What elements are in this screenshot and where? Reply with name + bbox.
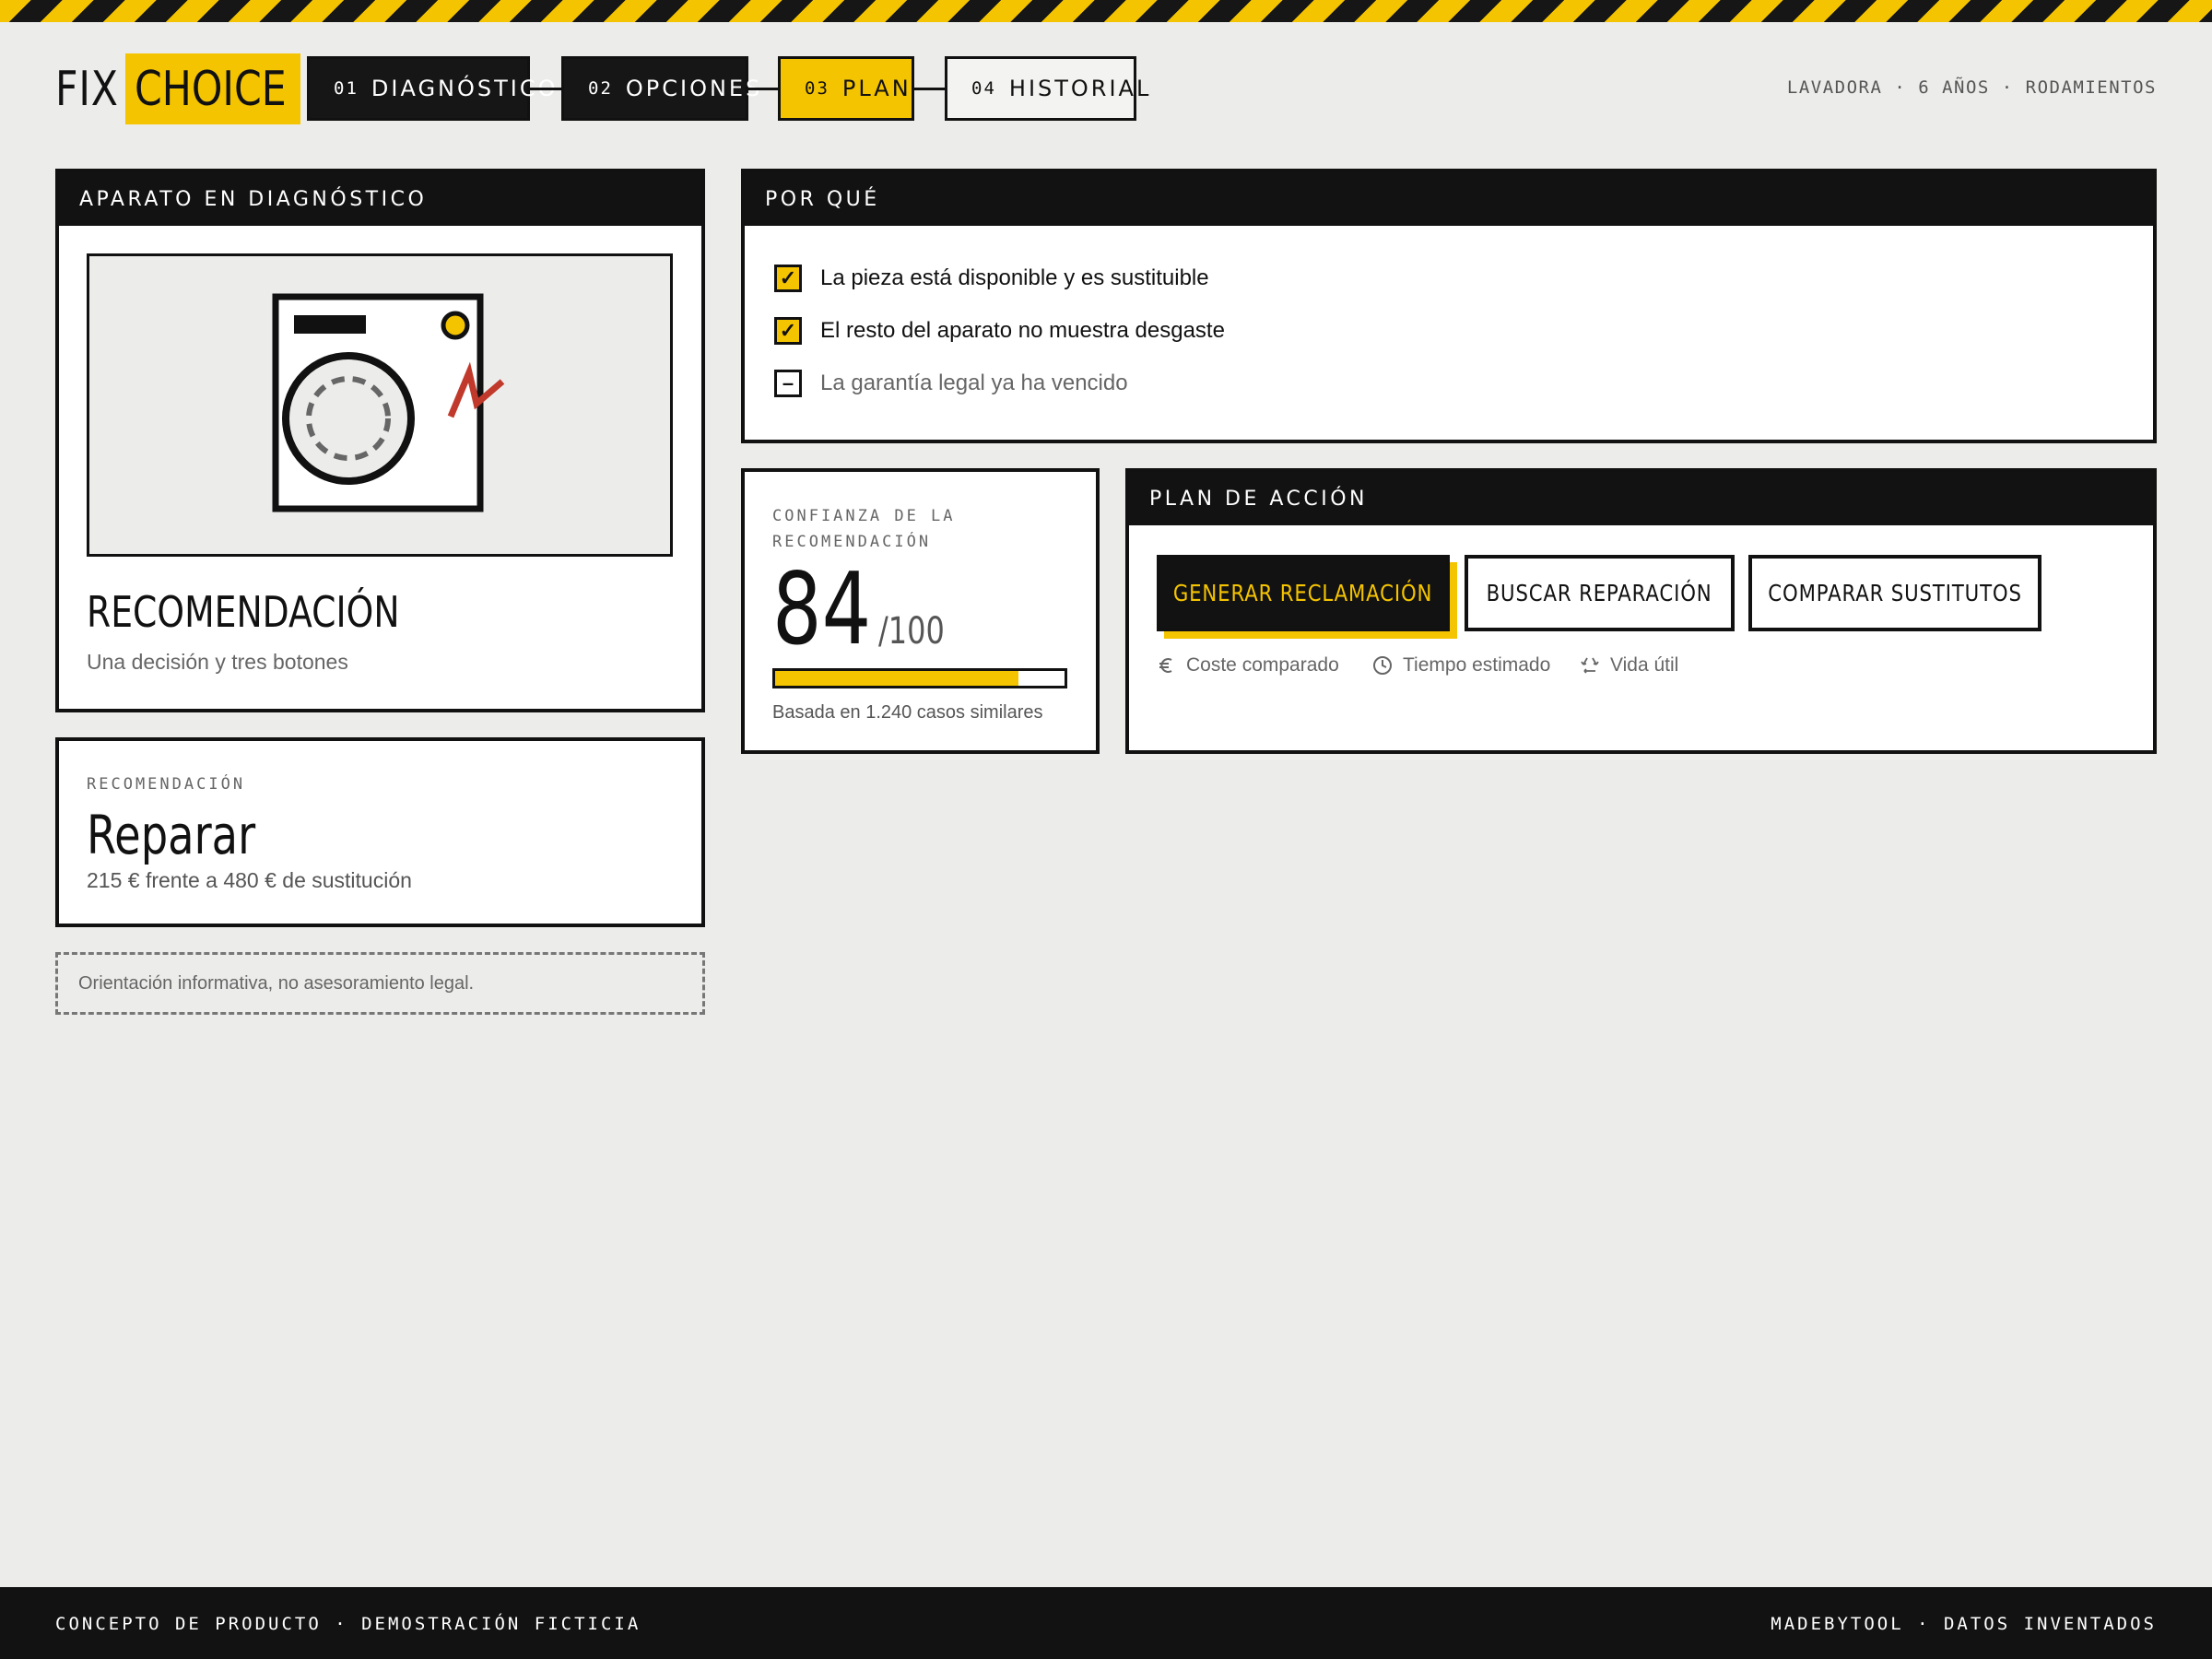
generate-claim-button[interactable]: GENERAR RECLAMACIÓN <box>1157 555 1450 631</box>
confidence-score-wrap: 84/100 <box>772 560 1077 660</box>
confidence-basis: Basada en 1.240 casos similares <box>772 702 1043 723</box>
confidence-score: 84 <box>772 552 872 667</box>
appliance-context: LAVADORA · 6 AÑOS · RODAMIENTOS <box>1786 77 2157 98</box>
meta-time: Tiempo estimado <box>1371 654 1550 677</box>
appliance-subtitle: Una decisión y tres botones <box>87 650 348 674</box>
logo-choice-block: CHOICE <box>124 53 300 124</box>
logo-choice: CHOICE <box>134 61 287 117</box>
confidence-max: /100 <box>878 610 946 653</box>
button-label: COMPARAR SUSTITUTOS <box>1768 580 2022 606</box>
step-connector <box>914 88 945 90</box>
meta-cost: Coste comparado <box>1157 654 1339 677</box>
step-opciones[interactable]: 02 OPCIONES <box>561 56 759 121</box>
step-historial[interactable]: 04 HISTORIAL <box>945 56 1148 121</box>
step-label: OPCIONES <box>625 76 763 101</box>
clock-icon <box>1373 656 1392 675</box>
logo[interactable]: FIX CHOICE <box>55 53 300 124</box>
button-label: BUSCAR REPARACIÓN <box>1487 580 1712 606</box>
reason-item: ✓ El resto del aparato no muestra desgas… <box>774 317 1225 345</box>
confidence-label-line: CONFIANZA DE LA <box>772 507 956 525</box>
step-connector <box>748 88 778 90</box>
euro-icon <box>1159 658 1172 673</box>
step-label: HISTORIAL <box>1008 76 1152 101</box>
appliance-illustration <box>87 253 673 557</box>
find-repair-button[interactable]: BUSCAR REPARACIÓN <box>1465 555 1735 631</box>
step-diagnostico[interactable]: 01 DIAGNÓSTICO <box>307 56 556 121</box>
confidence-label-line: RECOMENDACIÓN <box>772 533 932 551</box>
footer-right: MADEBYTOOL · DATOS INVENTADOS <box>1771 1614 2157 1634</box>
step-number: 03 <box>805 78 830 99</box>
verdict-card: RECOMENDACIÓN Reparar 215 € frente a 480… <box>55 737 705 927</box>
step-number: 01 <box>334 78 359 99</box>
step-number: 02 <box>588 78 613 99</box>
button-label: GENERAR RECLAMACIÓN <box>1173 580 1433 606</box>
meta-label: Coste comparado <box>1186 654 1339 676</box>
reason-item: ✓ La pieza está disponible y es sustitui… <box>774 265 1209 292</box>
step-number: 04 <box>971 78 996 99</box>
verdict-value-wrap: Reparar <box>87 804 298 866</box>
appliance-panel: APARATO EN DIAGNÓSTICO RECOMENDACIÓN Una… <box>55 169 705 712</box>
meta-lifespan: Vida útil <box>1579 654 1678 677</box>
confidence-bar-fill <box>775 671 1018 686</box>
logo-fix: FIX <box>55 61 119 117</box>
step-plan[interactable]: 03 PLAN <box>778 56 914 121</box>
appliance-panel-header: APARATO EN DIAGNÓSTICO <box>59 172 701 226</box>
confidence-label: CONFIANZA DE LA RECOMENDACIÓN <box>772 503 956 555</box>
verdict-value: Reparar <box>87 804 256 866</box>
step-label: PLAN <box>841 76 912 101</box>
reason-text: El resto del aparato no muestra desgaste <box>820 318 1225 343</box>
checkbox-checked-icon: ✓ <box>774 265 802 292</box>
action-plan-panel: PLAN DE ACCIÓN GENERAR RECLAMACIÓN BUSCA… <box>1125 468 2157 754</box>
legal-disclaimer: Orientación informativa, no asesoramient… <box>55 952 705 1015</box>
reason-text: La pieza está disponible y es sustituibl… <box>820 265 1209 290</box>
washing-machine-fault-icon <box>272 293 505 512</box>
verdict-detail: 215 € frente a 480 € de sustitución <box>87 868 412 892</box>
meta-label: Vida útil <box>1610 654 1679 676</box>
checkbox-checked-icon: ✓ <box>774 317 802 345</box>
reason-item: – La garantía legal ya ha vencido <box>774 370 1128 397</box>
meta-label: Tiempo estimado <box>1403 654 1551 676</box>
reasons-panel-header: POR QUÉ <box>745 172 2153 226</box>
confidence-bar <box>772 668 1067 688</box>
footer: CONCEPTO DE PRODUCTO · DEMOSTRACIÓN FICT… <box>0 1587 2212 1659</box>
recycle-icon <box>1581 657 1599 674</box>
step-connector <box>530 88 561 90</box>
confidence-panel: CONFIANZA DE LA RECOMENDACIÓN 84/100 Bas… <box>741 468 1100 754</box>
action-plan-header: PLAN DE ACCIÓN <box>1129 472 2153 525</box>
compare-replacements-button[interactable]: COMPARAR SUSTITUTOS <box>1748 555 2041 631</box>
hazard-stripe <box>0 0 2212 22</box>
verdict-label: RECOMENDACIÓN <box>87 775 246 794</box>
reason-text: La garantía legal ya ha vencido <box>820 371 1128 395</box>
checkbox-dash-icon: – <box>774 370 802 397</box>
reasons-panel: POR QUÉ ✓ La pieza está disponible y es … <box>741 169 2157 443</box>
footer-left: CONCEPTO DE PRODUCTO · DEMOSTRACIÓN FICT… <box>55 1614 641 1634</box>
appliance-title: RECOMENDACIÓN <box>87 587 400 637</box>
